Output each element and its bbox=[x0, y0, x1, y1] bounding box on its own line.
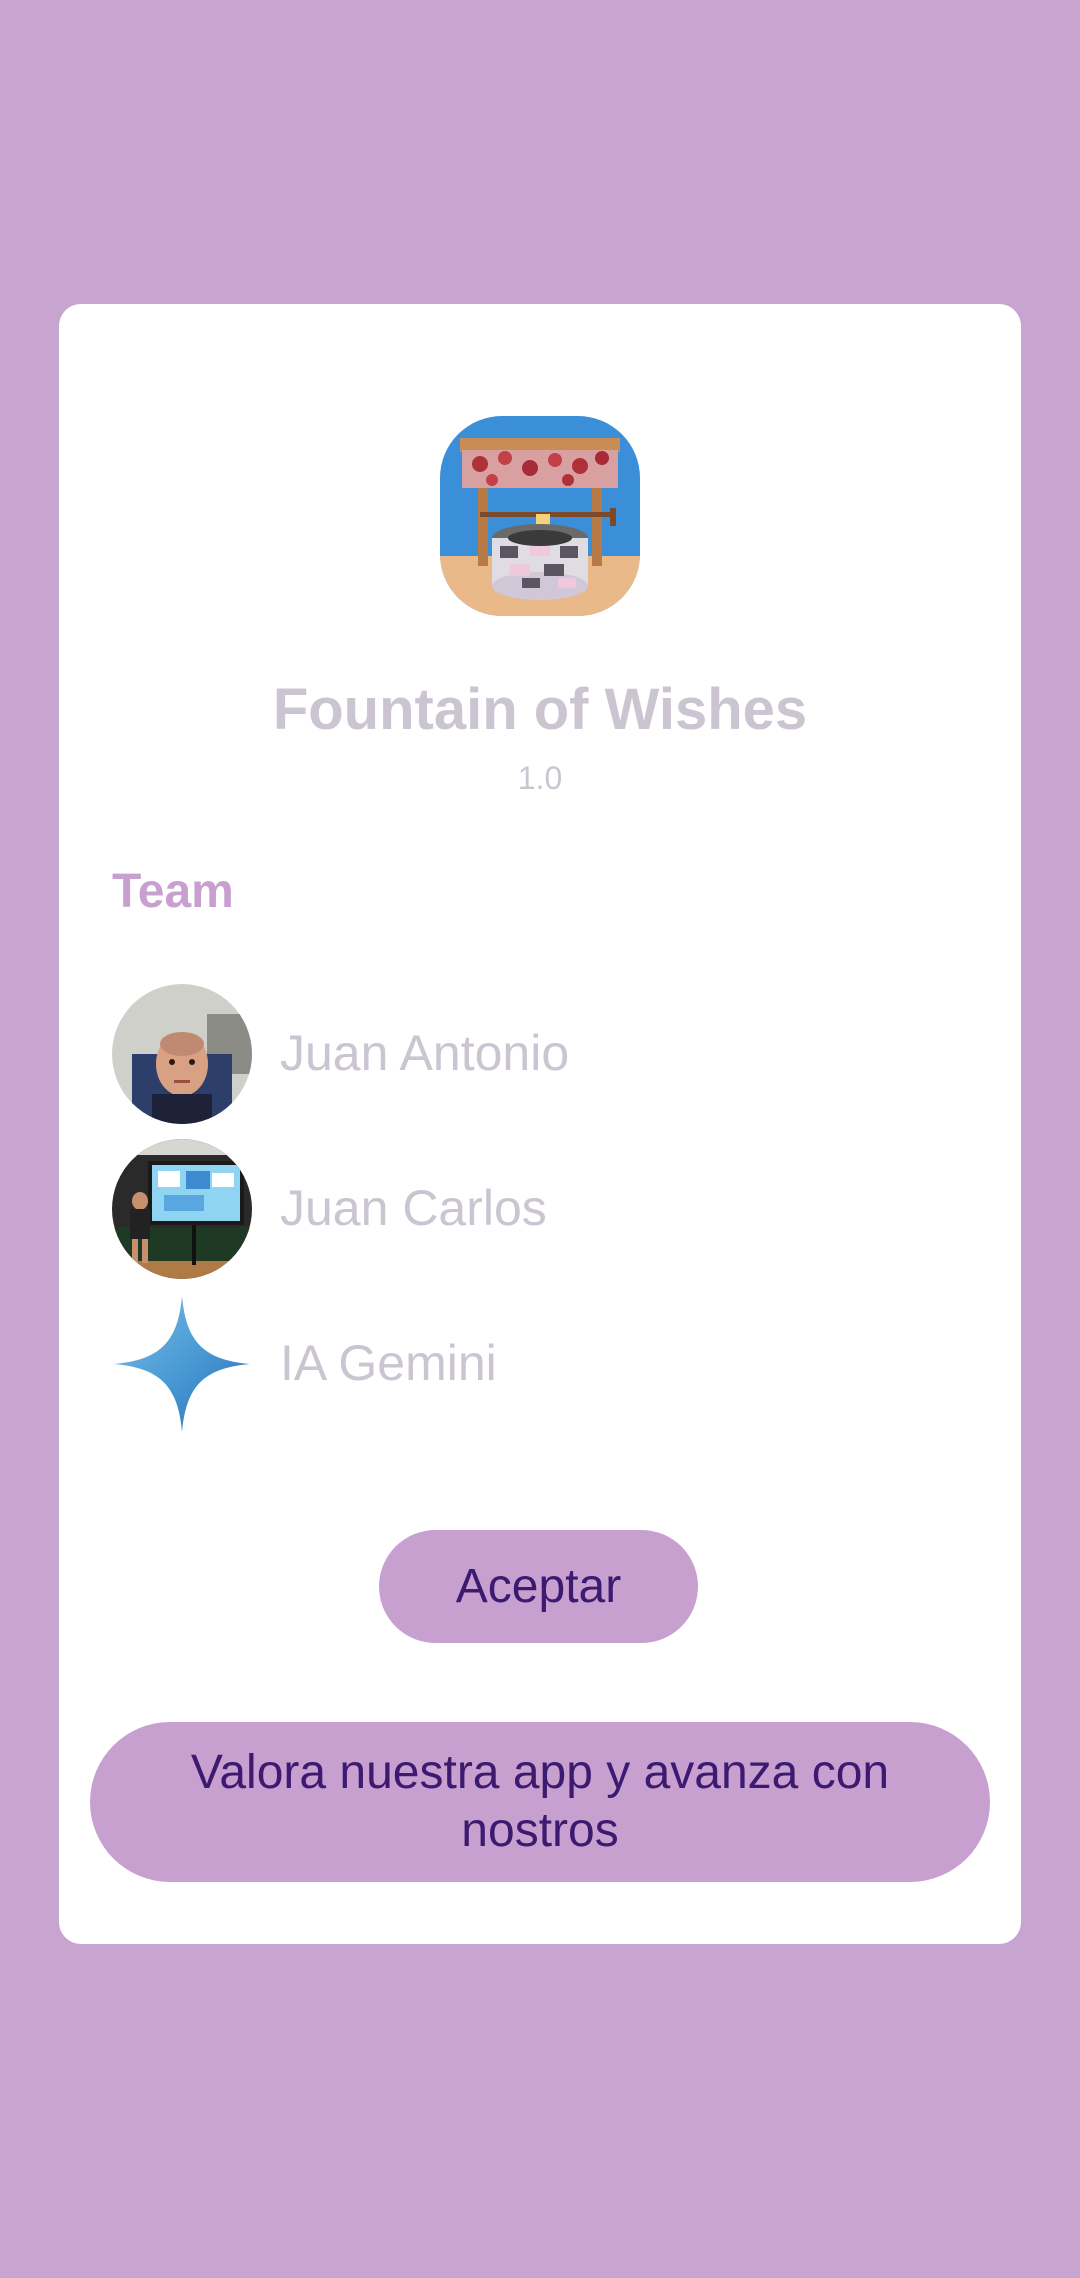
team-member: Juan Carlos bbox=[112, 1139, 972, 1279]
app-icon bbox=[440, 416, 640, 616]
accept-button[interactable]: Aceptar bbox=[379, 1530, 698, 1643]
member-name: Juan Antonio bbox=[280, 1025, 570, 1081]
about-dialog: Fountain of Wishes 1.0 Team Juan Antonio bbox=[59, 304, 1021, 1944]
member-name: Juan Carlos bbox=[280, 1180, 547, 1236]
avatar bbox=[112, 1294, 252, 1434]
app-version: 1.0 bbox=[517, 760, 563, 796]
photo-avatar bbox=[112, 1139, 252, 1279]
avatar bbox=[112, 984, 252, 1124]
avatar bbox=[112, 1139, 252, 1279]
app-title: Fountain of Wishes bbox=[272, 677, 808, 742]
fountain-well-icon bbox=[440, 416, 640, 616]
member-name: IA Gemini bbox=[280, 1335, 497, 1391]
gemini-sparkle-icon bbox=[114, 1296, 250, 1432]
rate-app-button[interactable]: Valora nuestra app y avanza con nostros bbox=[90, 1722, 990, 1882]
team-heading: Team bbox=[112, 865, 234, 918]
team-member: IA Gemini bbox=[112, 1294, 972, 1434]
photo-avatar bbox=[112, 984, 252, 1124]
team-member: Juan Antonio bbox=[112, 984, 972, 1124]
